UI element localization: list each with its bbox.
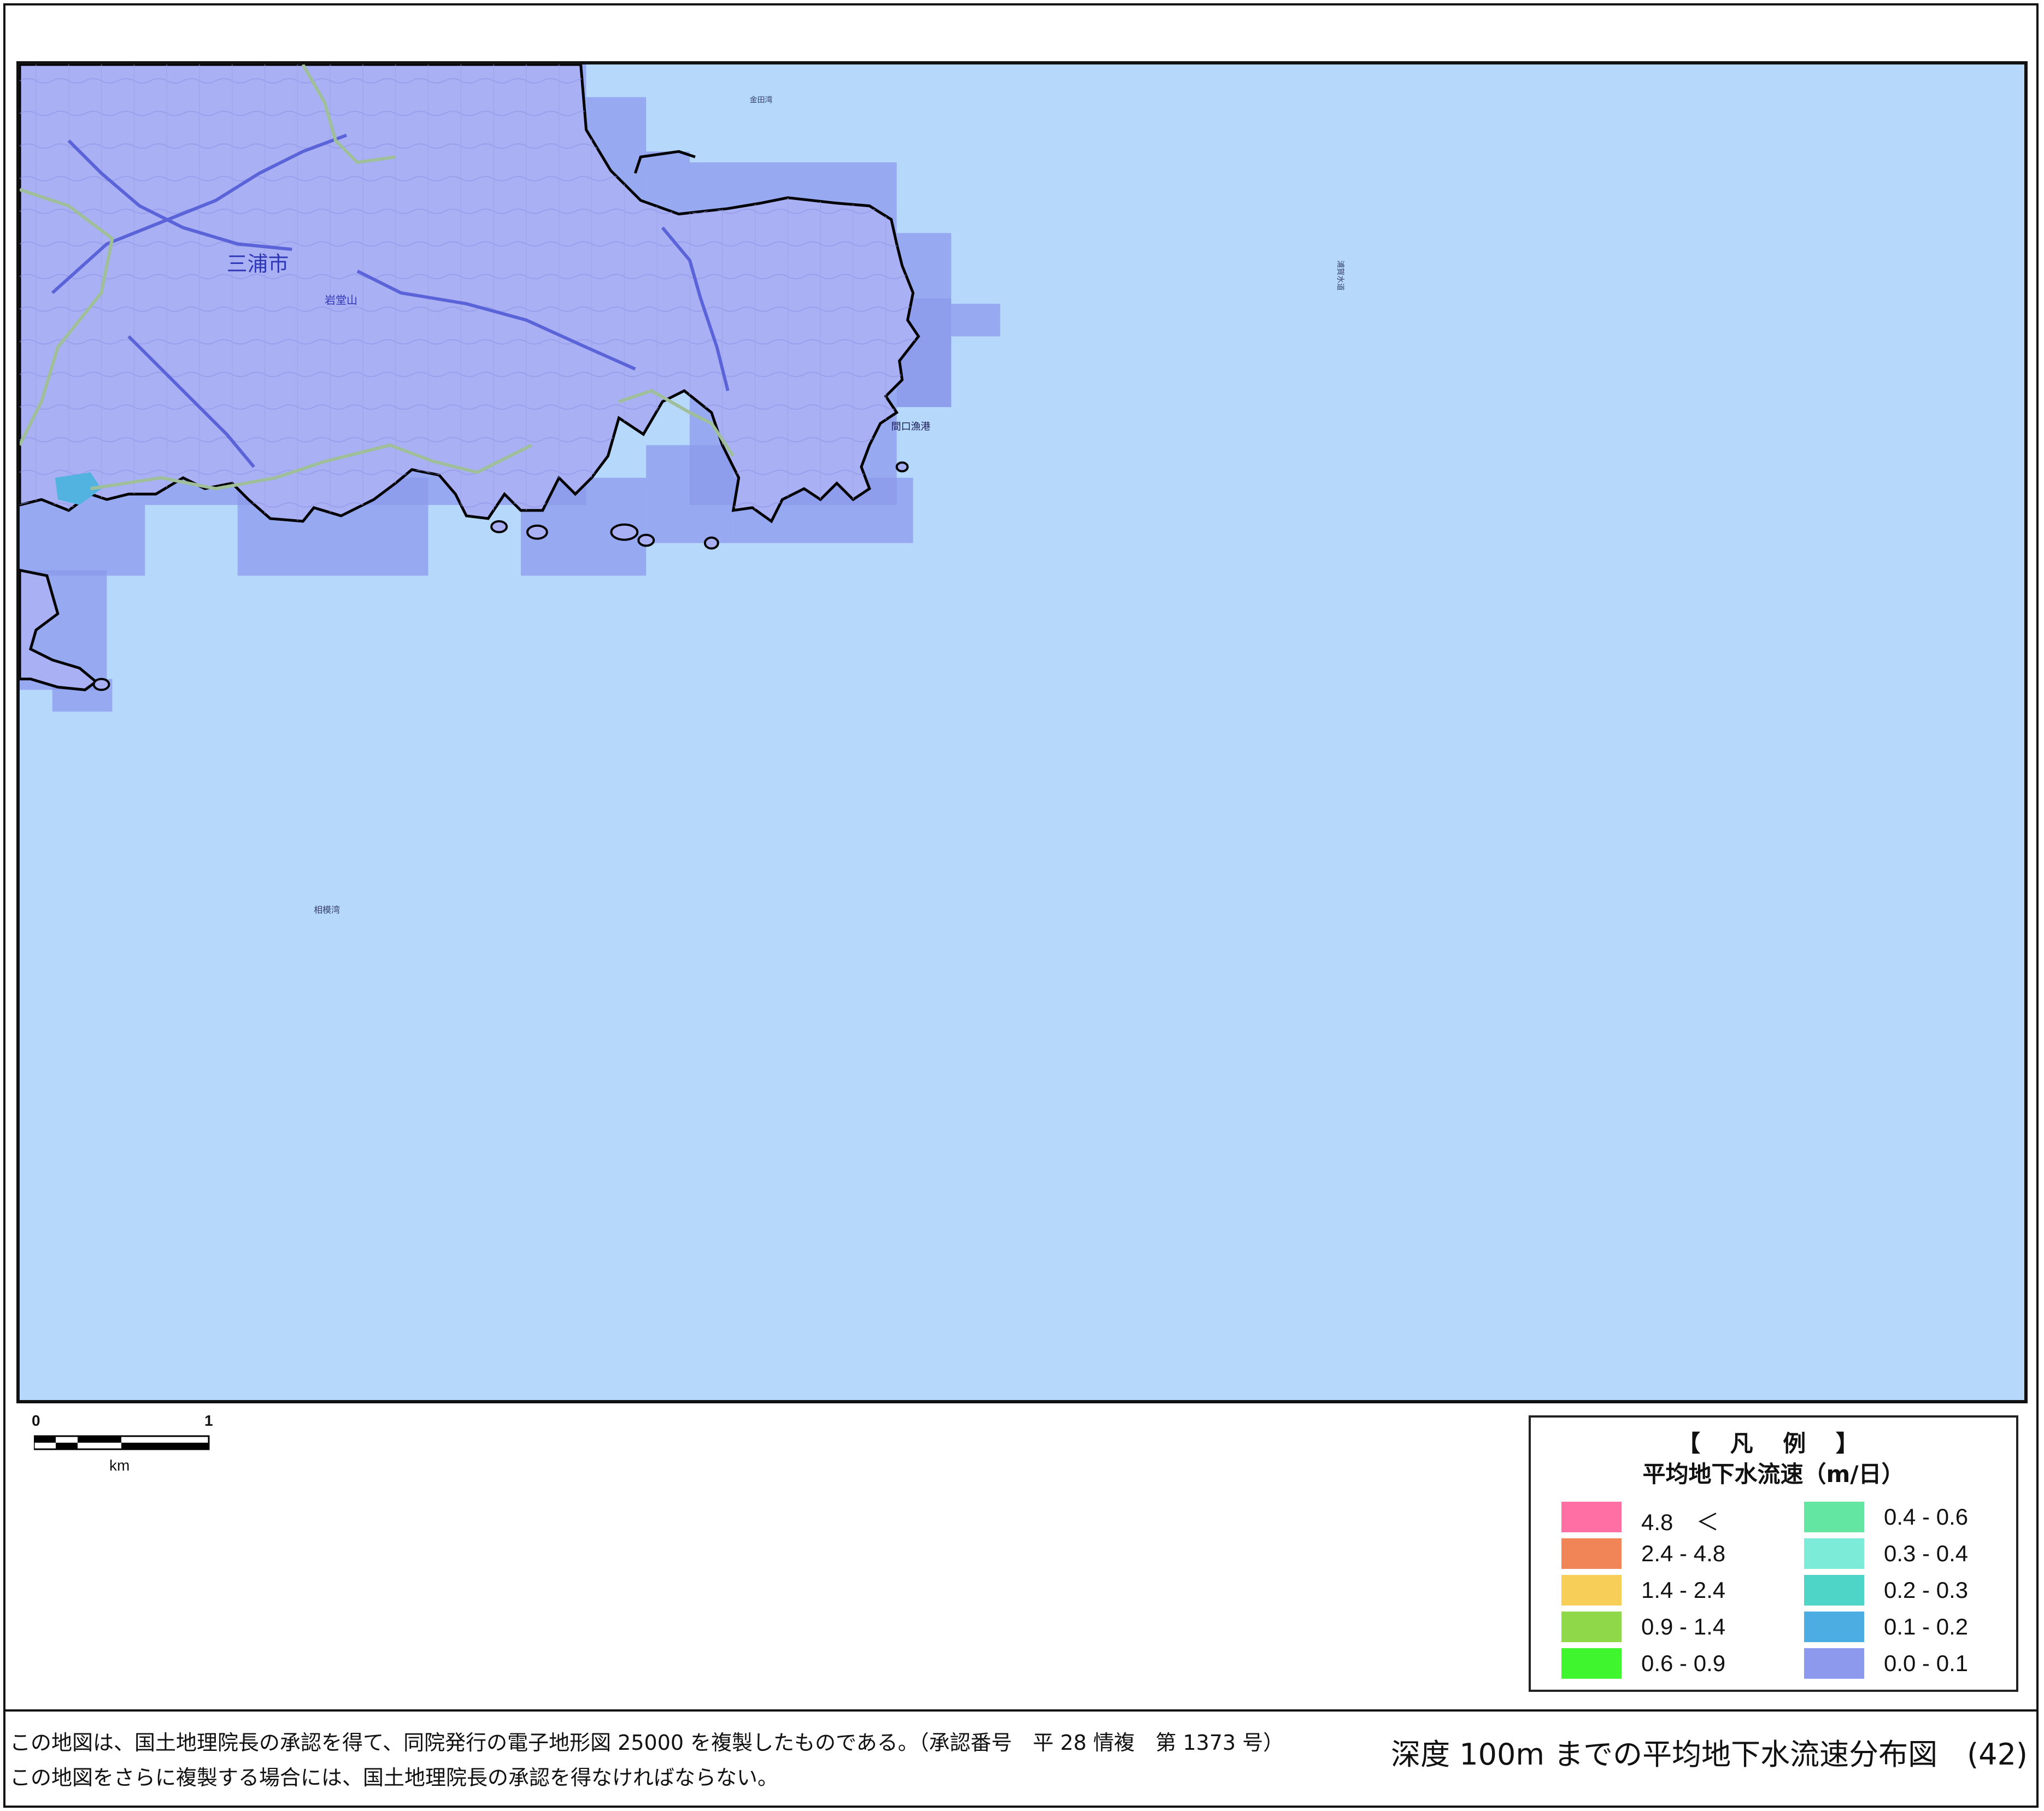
legend-label: 0.0 ‐ 0.1 xyxy=(1884,1650,1969,1676)
scale-bar-graphic xyxy=(34,1435,210,1450)
legend-swatch xyxy=(1804,1575,1864,1606)
city-label: 三浦市 xyxy=(227,253,289,276)
map-frame[interactable]: 三浦市 岩堂山 間口漁港 相模湾 浦賀水道 金田湾 xyxy=(16,61,2028,1403)
mountain-label: 岩堂山 xyxy=(325,294,357,307)
port-label: 間口漁港 xyxy=(891,421,931,432)
footer-divider xyxy=(3,1709,2039,1712)
north-harbor-label: 金田湾 xyxy=(750,96,773,104)
legend-label: 0.3 ‐ 0.4 xyxy=(1884,1540,1969,1566)
legend-label: 0.2 ‐ 0.3 xyxy=(1884,1577,1969,1603)
map-title: 深度 100m までの平均地下水流速分布図 (42) xyxy=(1391,1737,2028,1772)
velocity-cell xyxy=(646,445,733,543)
footer-note-approval: この地図は、国土地理院長の承認を得て、同院発行の電子地形図 25000 を複製し… xyxy=(10,1731,1284,1755)
legend-label: 4.8 ＜ xyxy=(1641,1509,1719,1535)
legend-swatch xyxy=(1561,1648,1622,1679)
legend-label: 0.9 ‐ 1.4 xyxy=(1641,1614,1726,1639)
scale-one-label: 1 xyxy=(204,1412,213,1429)
legend-swatch xyxy=(1561,1612,1622,1642)
legend-label: 2.4 ‐ 4.8 xyxy=(1641,1540,1726,1566)
legend-subtitle: 平均地下水流速（m/日） xyxy=(1642,1461,1905,1487)
legend-swatch xyxy=(1561,1502,1622,1532)
scale-zero-label: 0 xyxy=(32,1412,40,1429)
legend-swatch xyxy=(1561,1538,1622,1569)
velocity-cell xyxy=(951,303,1001,337)
legend-swatch xyxy=(1804,1612,1864,1642)
scale-bar: 0 1 km xyxy=(32,1412,218,1478)
legend-panel: 【 凡 例 】 平均地下水流速（m/日） 4.8 ＜ 2.4 ‐ 4.8 1.4 ‐… xyxy=(1529,1415,2018,1692)
footer-note-reproduction: この地図をさらに複製する場合には、国土地理院長の承認を得なければならない。 xyxy=(10,1766,779,1790)
sea-east-label: 浦賀水道 xyxy=(1336,260,1345,291)
legend-swatch xyxy=(1804,1538,1864,1569)
legend-label: 0.1 ‐ 0.2 xyxy=(1884,1614,1969,1639)
scale-unit-label: km xyxy=(109,1457,130,1474)
legend-swatch xyxy=(1804,1648,1864,1679)
legend-swatch xyxy=(1804,1502,1864,1532)
legend-label: 1.4 ‐ 2.4 xyxy=(1641,1577,1726,1603)
legend-label: 0.6 ‐ 0.9 xyxy=(1641,1650,1726,1676)
legend-label: 0.4 ‐ 0.6 xyxy=(1884,1504,1969,1530)
bay-label: 相模湾 xyxy=(314,905,340,915)
map-canvas[interactable]: 三浦市 岩堂山 間口漁港 相模湾 浦賀水道 金田湾 xyxy=(20,64,2024,1400)
legend-title: 【 凡 例 】 xyxy=(1677,1430,1870,1457)
legend-swatch xyxy=(1561,1575,1622,1606)
velocity-cell xyxy=(20,505,145,576)
